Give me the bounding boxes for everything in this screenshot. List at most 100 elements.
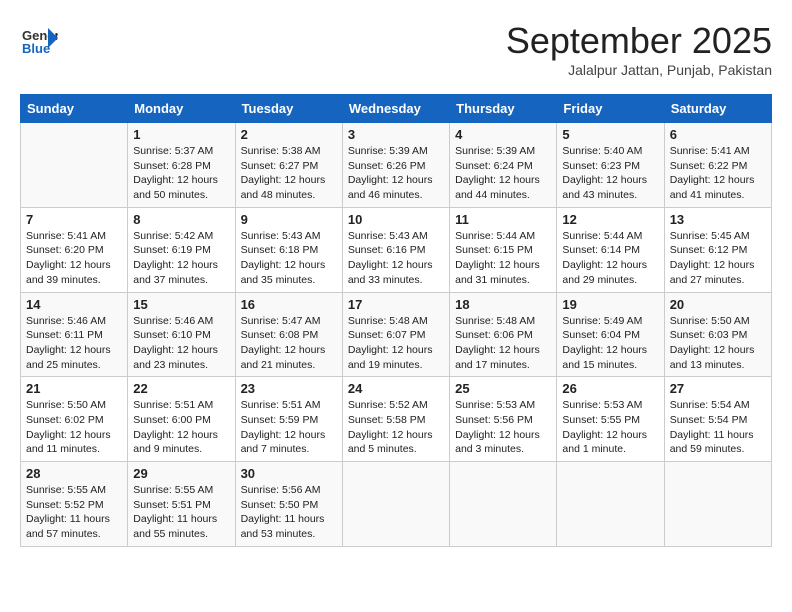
header-day-thursday: Thursday: [450, 95, 557, 123]
header-day-saturday: Saturday: [664, 95, 771, 123]
day-info: Sunrise: 5:39 AM Sunset: 6:26 PM Dayligh…: [348, 144, 444, 203]
calendar-cell: 19Sunrise: 5:49 AM Sunset: 6:04 PM Dayli…: [557, 292, 664, 377]
day-info: Sunrise: 5:41 AM Sunset: 6:22 PM Dayligh…: [670, 144, 766, 203]
calendar-cell: 24 Sunrise: 5:52 AM Sunset: 5:58 PM Dayli…: [342, 377, 449, 462]
header-day-wednesday: Wednesday: [342, 95, 449, 123]
calendar-week-3: 14 Sunrise: 5:46 AM Sunset: 6:11 PM Dayli…: [21, 292, 772, 377]
day-number: 19: [562, 297, 658, 312]
day-number: 26: [562, 381, 658, 396]
day-number: 6: [670, 127, 766, 142]
day-info: Sunrise: 5:48 AM Sunset: 6:07 PM Dayligh…: [348, 314, 444, 373]
title-area: September 2025 Jalalpur Jattan, Punjab, …: [506, 20, 772, 78]
day-number: 1: [133, 127, 229, 142]
calendar-cell: 15 Sunrise: 5:46 AM Sunset: 6:10 PM Dayli…: [128, 292, 235, 377]
calendar-cell: 10 Sunrise: 5:43 AM Sunset: 6:16 PM Dayli…: [342, 207, 449, 292]
calendar-week-5: 28Sunrise: 5:55 AM Sunset: 5:52 PM Dayli…: [21, 462, 772, 547]
calendar-cell: 13 Sunrise: 5:45 AM Sunset: 6:12 PM Dayli…: [664, 207, 771, 292]
day-info: Sunrise: 5:41 AM Sunset: 6:20 PM Dayligh…: [26, 229, 122, 288]
day-info: Sunrise: 5:46 AM Sunset: 6:10 PM Dayligh…: [133, 314, 229, 373]
day-number: 10: [348, 212, 444, 227]
day-number: 22: [133, 381, 229, 396]
day-number: 24: [348, 381, 444, 396]
calendar-cell: 6 Sunrise: 5:41 AM Sunset: 6:22 PM Daylig…: [664, 123, 771, 208]
calendar-cell: 4Sunrise: 5:39 AM Sunset: 6:24 PM Daylig…: [450, 123, 557, 208]
day-info: Sunrise: 5:47 AM Sunset: 6:08 PM Dayligh…: [241, 314, 337, 373]
day-info: Sunrise: 5:53 AM Sunset: 5:56 PM Dayligh…: [455, 398, 551, 457]
calendar-cell: 20 Sunrise: 5:50 AM Sunset: 6:03 PM Dayli…: [664, 292, 771, 377]
day-number: 20: [670, 297, 766, 312]
day-info: Sunrise: 5:44 AM Sunset: 6:14 PM Dayligh…: [562, 229, 658, 288]
calendar-cell: 11 Sunrise: 5:44 AM Sunset: 6:15 PM Dayli…: [450, 207, 557, 292]
calendar-cell: [450, 462, 557, 547]
day-number: 7: [26, 212, 122, 227]
calendar-cell: 8 Sunrise: 5:42 AM Sunset: 6:19 PM Daylig…: [128, 207, 235, 292]
calendar-table: SundayMondayTuesdayWednesdayThursdayFrid…: [20, 94, 772, 547]
calendar-cell: 18Sunrise: 5:48 AM Sunset: 6:06 PM Dayli…: [450, 292, 557, 377]
day-info: Sunrise: 5:50 AM Sunset: 6:02 PM Dayligh…: [26, 398, 122, 457]
calendar-week-1: 1 Sunrise: 5:37 AM Sunset: 6:28 PM Daylig…: [21, 123, 772, 208]
subtitle: Jalalpur Jattan, Punjab, Pakistan: [506, 62, 772, 78]
day-number: 17: [348, 297, 444, 312]
header-day-friday: Friday: [557, 95, 664, 123]
day-number: 5: [562, 127, 658, 142]
calendar-cell: 2Sunrise: 5:38 AM Sunset: 6:27 PM Daylig…: [235, 123, 342, 208]
day-info: Sunrise: 5:42 AM Sunset: 6:19 PM Dayligh…: [133, 229, 229, 288]
day-number: 21: [26, 381, 122, 396]
day-number: 16: [241, 297, 337, 312]
calendar-cell: 28Sunrise: 5:55 AM Sunset: 5:52 PM Dayli…: [21, 462, 128, 547]
day-number: 13: [670, 212, 766, 227]
calendar-cell: 26 Sunrise: 5:53 AM Sunset: 5:55 PM Dayli…: [557, 377, 664, 462]
day-number: 14: [26, 297, 122, 312]
calendar-cell: 25 Sunrise: 5:53 AM Sunset: 5:56 PM Dayli…: [450, 377, 557, 462]
calendar-cell: [557, 462, 664, 547]
day-info: Sunrise: 5:43 AM Sunset: 6:18 PM Dayligh…: [241, 229, 337, 288]
day-number: 23: [241, 381, 337, 396]
calendar-cell: [664, 462, 771, 547]
day-info: Sunrise: 5:51 AM Sunset: 5:59 PM Dayligh…: [241, 398, 337, 457]
day-info: Sunrise: 5:45 AM Sunset: 6:12 PM Dayligh…: [670, 229, 766, 288]
day-info: Sunrise: 5:46 AM Sunset: 6:11 PM Dayligh…: [26, 314, 122, 373]
calendar-cell: 14 Sunrise: 5:46 AM Sunset: 6:11 PM Dayli…: [21, 292, 128, 377]
calendar-cell: 29Sunrise: 5:55 AM Sunset: 5:51 PM Dayli…: [128, 462, 235, 547]
day-info: Sunrise: 5:37 AM Sunset: 6:28 PM Dayligh…: [133, 144, 229, 203]
day-number: 4: [455, 127, 551, 142]
header-day-monday: Monday: [128, 95, 235, 123]
svg-text:Blue: Blue: [22, 41, 50, 56]
calendar-cell: 3Sunrise: 5:39 AM Sunset: 6:26 PM Daylig…: [342, 123, 449, 208]
day-number: 29: [133, 466, 229, 481]
day-number: 2: [241, 127, 337, 142]
day-number: 11: [455, 212, 551, 227]
calendar-cell: 21 Sunrise: 5:50 AM Sunset: 6:02 PM Dayli…: [21, 377, 128, 462]
calendar-cell: 1 Sunrise: 5:37 AM Sunset: 6:28 PM Daylig…: [128, 123, 235, 208]
logo: General Blue: [20, 20, 58, 58]
day-number: 15: [133, 297, 229, 312]
day-info: Sunrise: 5:53 AM Sunset: 5:55 PM Dayligh…: [562, 398, 658, 457]
day-info: Sunrise: 5:43 AM Sunset: 6:16 PM Dayligh…: [348, 229, 444, 288]
calendar-cell: 23 Sunrise: 5:51 AM Sunset: 5:59 PM Dayli…: [235, 377, 342, 462]
month-title: September 2025: [506, 20, 772, 62]
calendar-cell: 16 Sunrise: 5:47 AM Sunset: 6:08 PM Dayli…: [235, 292, 342, 377]
calendar-week-2: 7 Sunrise: 5:41 AM Sunset: 6:20 PM Daylig…: [21, 207, 772, 292]
day-number: 28: [26, 466, 122, 481]
header: General Blue September 2025 Jalalpur Jat…: [20, 20, 772, 78]
day-info: Sunrise: 5:50 AM Sunset: 6:03 PM Dayligh…: [670, 314, 766, 373]
logo-icon: General Blue: [20, 20, 58, 58]
calendar-cell: 5 Sunrise: 5:40 AM Sunset: 6:23 PM Daylig…: [557, 123, 664, 208]
calendar-cell: 27Sunrise: 5:54 AM Sunset: 5:54 PM Dayli…: [664, 377, 771, 462]
calendar-cell: [21, 123, 128, 208]
day-number: 12: [562, 212, 658, 227]
day-info: Sunrise: 5:56 AM Sunset: 5:50 PM Dayligh…: [241, 483, 337, 542]
day-number: 8: [133, 212, 229, 227]
day-info: Sunrise: 5:44 AM Sunset: 6:15 PM Dayligh…: [455, 229, 551, 288]
day-number: 27: [670, 381, 766, 396]
day-info: Sunrise: 5:52 AM Sunset: 5:58 PM Dayligh…: [348, 398, 444, 457]
calendar-cell: 30 Sunrise: 5:56 AM Sunset: 5:50 PM Dayli…: [235, 462, 342, 547]
day-number: 25: [455, 381, 551, 396]
day-number: 30: [241, 466, 337, 481]
calendar-week-4: 21 Sunrise: 5:50 AM Sunset: 6:02 PM Dayli…: [21, 377, 772, 462]
header-day-tuesday: Tuesday: [235, 95, 342, 123]
day-info: Sunrise: 5:40 AM Sunset: 6:23 PM Dayligh…: [562, 144, 658, 203]
day-number: 9: [241, 212, 337, 227]
calendar-cell: 12 Sunrise: 5:44 AM Sunset: 6:14 PM Dayli…: [557, 207, 664, 292]
calendar-cell: 17 Sunrise: 5:48 AM Sunset: 6:07 PM Dayli…: [342, 292, 449, 377]
